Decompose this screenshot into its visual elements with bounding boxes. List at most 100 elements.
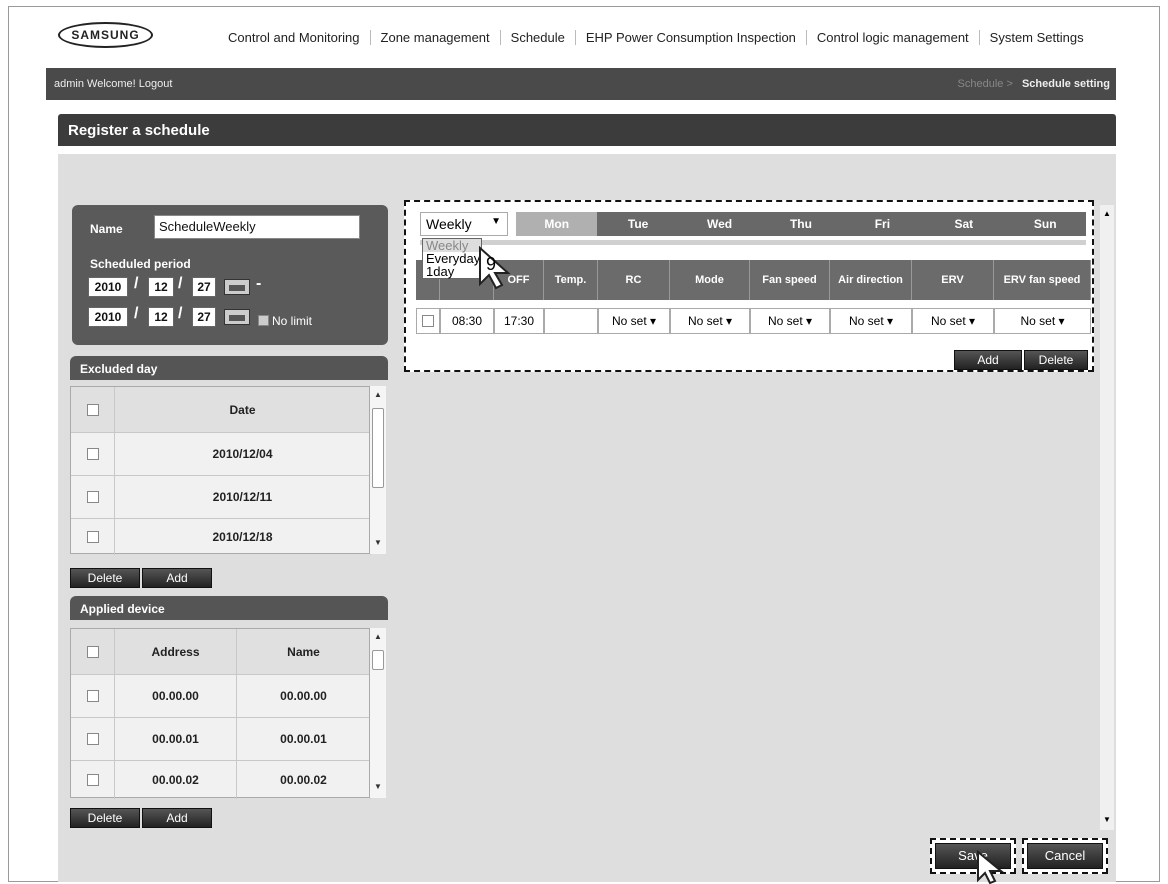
erv-fan-speed-select[interactable]: No set ▾	[994, 308, 1091, 334]
start-year-input[interactable]: 2010	[88, 277, 128, 297]
no-limit-checkbox[interactable]	[258, 315, 269, 326]
chevron-down-icon: ▾	[1058, 314, 1065, 328]
tab-mon[interactable]: Mon	[516, 212, 598, 236]
samsung-logo: SAMSUNG	[58, 22, 153, 48]
calendar-icon[interactable]	[224, 279, 250, 295]
welcome-text[interactable]: admin Welcome! Logout	[54, 78, 172, 90]
device-name-cell: 00.00.02	[237, 761, 371, 799]
day-tabs: Mon Tue Wed Thu Fri Sat Sun	[516, 212, 1086, 236]
row-checkbox[interactable]	[86, 690, 99, 702]
schedule-delete-button[interactable]: Delete	[1024, 350, 1088, 370]
row-checkbox[interactable]	[86, 531, 99, 543]
mode-select[interactable]: No set ▾	[670, 308, 750, 334]
applied-scrollbar[interactable]: ▲ ▼	[370, 628, 386, 798]
table-row[interactable]: 2010/12/18	[71, 519, 371, 555]
tab-fri[interactable]: Fri	[841, 212, 924, 236]
schedule-type-select[interactable]: Weekly ▼	[420, 212, 508, 236]
name-input[interactable]: ScheduleWeekly	[154, 215, 360, 239]
off-time-input[interactable]: 17:30	[494, 308, 544, 334]
on-time-input[interactable]: 08:30	[440, 308, 494, 334]
excluded-add-button[interactable]: Add	[142, 568, 212, 588]
scroll-thumb[interactable]	[372, 408, 384, 488]
tab-tue[interactable]: Tue	[597, 212, 679, 236]
slash: /	[178, 275, 183, 292]
slash: /	[178, 305, 183, 322]
table-row[interactable]: 00.00.02 00.00.02	[71, 761, 371, 799]
excluded-delete-button[interactable]: Delete	[70, 568, 140, 588]
rc-select[interactable]: No set ▾	[598, 308, 670, 334]
option-1day[interactable]: 1day	[423, 265, 481, 278]
table-row[interactable]: 00.00.01 00.00.01	[71, 718, 371, 761]
start-month-input[interactable]: 12	[148, 277, 174, 297]
air-direction-select[interactable]: No set ▾	[830, 308, 912, 334]
chevron-down-icon: ▾	[887, 314, 894, 328]
excluded-day-table: Date 2010/12/04 2010/12/11 2010/12/18	[70, 386, 371, 555]
select-all-checkbox[interactable]	[86, 403, 99, 416]
menu-control-logic[interactable]: Control logic management	[807, 30, 980, 45]
scroll-up-icon[interactable]: ▲	[374, 390, 382, 399]
menu-control-monitoring[interactable]: Control and Monitoring	[218, 30, 371, 45]
table-header: Date	[71, 387, 371, 433]
breadcrumb-parent[interactable]: Schedule >	[958, 78, 1013, 90]
cancel-button[interactable]: Cancel	[1027, 843, 1103, 869]
address-cell: 00.00.00	[115, 675, 237, 717]
tab-sat[interactable]: Sat	[923, 212, 1005, 236]
end-year-input[interactable]: 2010	[88, 307, 128, 327]
page-scrollbar[interactable]: ▲ ▼	[1100, 205, 1114, 830]
schedule-type-options: Weekly Everyday 1day	[422, 238, 482, 279]
calendar-icon[interactable]	[224, 309, 250, 325]
start-day-input[interactable]: 27	[192, 277, 216, 297]
row-checkbox[interactable]	[422, 315, 434, 327]
date-cell: 2010/12/11	[115, 476, 371, 518]
tab-sun[interactable]: Sun	[1004, 212, 1086, 236]
applied-add-button[interactable]: Add	[142, 808, 212, 828]
scroll-thumb[interactable]	[372, 650, 384, 670]
row-checkbox[interactable]	[86, 774, 99, 786]
scroll-down-icon[interactable]: ▼	[374, 538, 382, 547]
table-row[interactable]: 00.00.00 00.00.00	[71, 675, 371, 718]
date-cell: 2010/12/18	[115, 519, 371, 555]
erv-select[interactable]: No set ▾	[912, 308, 994, 334]
cancel-highlight: Cancel	[1022, 838, 1108, 874]
scroll-down-icon[interactable]: ▼	[374, 782, 382, 791]
schedule-row[interactable]: 08:30 17:30 No set ▾ No set ▾ No set ▾ N…	[416, 308, 1091, 334]
schedule-add-button[interactable]: Add	[954, 350, 1022, 370]
excluded-scrollbar[interactable]: ▲ ▼	[370, 386, 386, 554]
menu-ehp-power[interactable]: EHP Power Consumption Inspection	[576, 30, 807, 45]
row-checkbox[interactable]	[86, 491, 99, 503]
tab-thu[interactable]: Thu	[760, 212, 842, 236]
end-month-input[interactable]: 12	[148, 307, 174, 327]
row-checkbox[interactable]	[86, 448, 99, 460]
select-all-checkbox[interactable]	[86, 645, 99, 658]
scroll-up-icon[interactable]: ▲	[1103, 209, 1111, 218]
range-dash: -	[256, 275, 262, 292]
breadcrumb-current: Schedule setting	[1021, 78, 1110, 90]
name-label: Name	[90, 222, 123, 236]
menu-zone-management[interactable]: Zone management	[371, 30, 501, 45]
timeline-bar	[420, 240, 1086, 245]
column-header-air-direction: Air direction	[830, 260, 912, 300]
schedule-table-header: OFF Temp. RC Mode Fan speed Air directio…	[416, 260, 1091, 300]
applied-delete-button[interactable]: Delete	[70, 808, 140, 828]
fan-speed-select[interactable]: No set ▾	[750, 308, 830, 334]
main-menu: Control and Monitoring Zone management S…	[218, 30, 1094, 45]
row-checkbox[interactable]	[86, 733, 99, 745]
menu-schedule[interactable]: Schedule	[501, 30, 576, 45]
menu-system-settings[interactable]: System Settings	[980, 30, 1094, 45]
step-callout: 9	[486, 254, 497, 274]
slash: /	[134, 305, 139, 322]
no-limit-label: No limit	[272, 314, 313, 328]
scroll-up-icon[interactable]: ▲	[374, 632, 382, 641]
scroll-down-icon[interactable]: ▼	[1103, 815, 1111, 824]
page-title: Register a schedule	[58, 114, 1116, 146]
top-navigation: SAMSUNG Control and Monitoring Zone mana…	[8, 0, 1148, 60]
column-header-erv-fan-speed: ERV fan speed	[994, 260, 1091, 300]
tab-wed[interactable]: Wed	[678, 212, 761, 236]
table-row[interactable]: 2010/12/04	[71, 433, 371, 476]
schedule-info-panel: Name ScheduleWeekly Scheduled period 201…	[72, 205, 388, 345]
end-day-input[interactable]: 27	[192, 307, 216, 327]
schedule-editor: Weekly ▼ Weekly Everyday 1day Mon Tue We…	[404, 200, 1094, 372]
temp-input[interactable]	[544, 308, 598, 334]
period-label: Scheduled period	[90, 257, 191, 271]
table-row[interactable]: 2010/12/11	[71, 476, 371, 519]
